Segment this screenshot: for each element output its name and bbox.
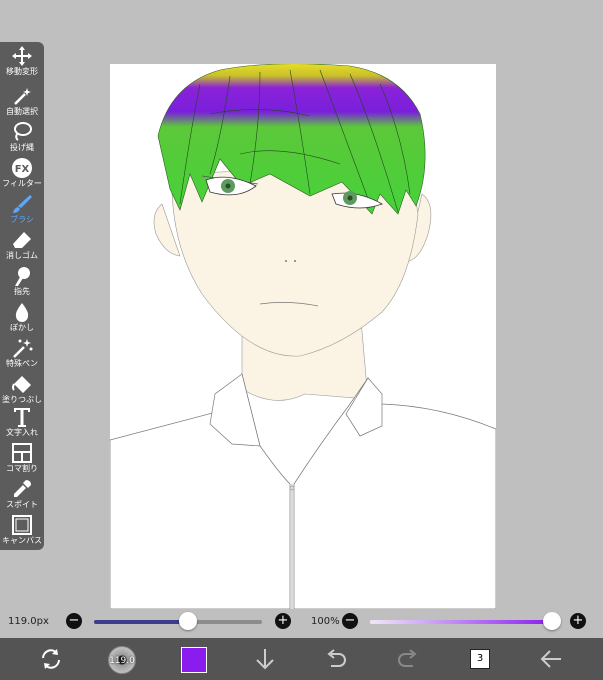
brush-preview-button[interactable]: 119.0 <box>108 646 136 674</box>
tool-label: 投げ縄 <box>10 143 34 152</box>
tool-special-pen[interactable]: 特殊ペン <box>0 336 44 372</box>
tool-text[interactable]: 文字入れ <box>0 405 44 441</box>
opacity-increase-button[interactable]: + <box>570 613 586 629</box>
undo-button[interactable] <box>323 646 349 672</box>
brush-options-bar: 119.0px − + 100% − + <box>0 610 603 634</box>
opacity-slider-fill <box>370 620 552 624</box>
canvas-icon <box>12 515 32 535</box>
tool-label: スポイト <box>6 500 38 509</box>
tool-canvas[interactable]: キャンバス <box>0 513 44 549</box>
undo-icon <box>327 649 346 667</box>
tool-fill[interactable]: 塗りつぶし <box>0 372 44 408</box>
panel-icon <box>12 443 32 463</box>
fill-bucket-icon <box>12 376 31 393</box>
brush-size-slider-fill <box>94 620 189 624</box>
eyedropper-icon <box>14 480 31 497</box>
layer-count: 3 <box>476 653 484 664</box>
eraser-icon <box>13 232 31 248</box>
tool-label: コマ割り <box>6 464 38 473</box>
blur-drop-icon <box>15 303 29 322</box>
back-button[interactable] <box>538 646 564 672</box>
opacity-slider-knob[interactable] <box>543 612 561 630</box>
tool-label: フィルター <box>2 179 42 188</box>
bottom-toolbar: 119.0 <box>0 638 603 680</box>
brush-size-value: 119.0px <box>8 616 49 627</box>
tool-label: 自動選択 <box>6 107 38 116</box>
tool-eraser[interactable]: 消しゴム <box>0 228 44 264</box>
tool-finger[interactable]: 指先 <box>0 264 44 300</box>
arrow-down-icon <box>256 649 274 670</box>
fx-icon: FX <box>12 158 32 178</box>
arrow-left-icon <box>540 650 561 668</box>
current-color-swatch[interactable] <box>181 647 207 673</box>
special-pen-icon <box>13 339 33 358</box>
illustration-artwork <box>110 64 496 609</box>
tool-lasso[interactable]: 投げ縄 <box>0 120 44 156</box>
drawing-canvas[interactable] <box>110 64 496 609</box>
magic-wand-icon <box>14 88 31 105</box>
transform-toggle-button[interactable] <box>38 646 64 672</box>
brush-size-decrease-button[interactable]: − <box>66 613 82 629</box>
tool-label: 移動変形 <box>6 67 38 76</box>
tool-label: ぼかし <box>10 323 34 332</box>
layers-button[interactable]: 3 <box>470 649 490 669</box>
text-icon <box>14 408 30 427</box>
move-arrows-icon <box>12 46 32 66</box>
brush-size-increase-button[interactable]: + <box>275 613 291 629</box>
brush-size-slider-track[interactable] <box>94 620 262 624</box>
redo-icon <box>398 649 417 667</box>
svg-text:FX: FX <box>15 164 30 175</box>
redo-button[interactable] <box>395 646 421 672</box>
brush-preview-size: 119.0 <box>109 656 135 666</box>
tool-label: 特殊ペン <box>6 359 38 368</box>
tool-move-transform[interactable]: 移動変形 <box>0 44 44 80</box>
tool-label: 塗りつぶし <box>1 395 43 404</box>
tool-label: 消しゴム <box>6 251 38 260</box>
tool-eyedropper[interactable]: スポイト <box>0 477 44 513</box>
lasso-icon <box>14 122 32 141</box>
opacity-value: 100% <box>311 616 340 627</box>
finger-icon <box>15 267 30 286</box>
tool-label: 文字入れ <box>6 428 38 437</box>
tool-blur[interactable]: ぼかし <box>0 300 44 336</box>
brush-size-slider-knob[interactable] <box>179 612 198 630</box>
tool-brush[interactable]: ブラシ <box>0 192 44 228</box>
tool-magic-wand[interactable]: 自動選択 <box>0 84 44 120</box>
tool-filter[interactable]: FX フィルター <box>0 156 44 192</box>
tool-label: キャンバス <box>2 536 42 545</box>
brush-icon <box>13 195 32 213</box>
opacity-decrease-button[interactable]: − <box>342 613 358 629</box>
rotate-arrows-icon <box>42 649 60 669</box>
tool-label: 指先 <box>14 287 30 296</box>
menu-down-button[interactable] <box>252 646 278 672</box>
tool-panel[interactable]: コマ割り <box>0 441 44 477</box>
tool-label: ブラシ <box>10 215 34 224</box>
opacity-slider-track[interactable] <box>370 620 552 624</box>
